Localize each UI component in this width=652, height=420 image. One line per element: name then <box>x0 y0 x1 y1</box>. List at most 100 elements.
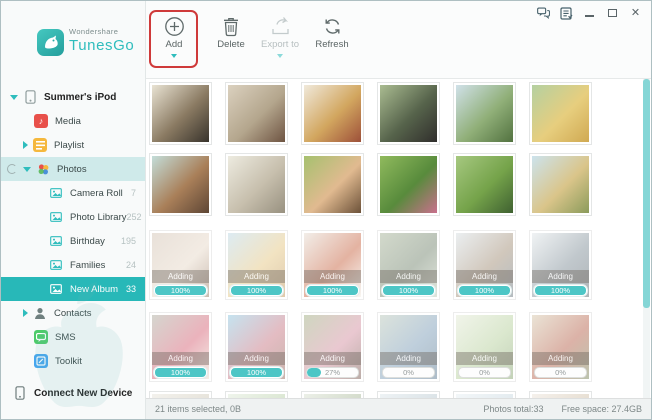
photo-grid-rows: Adding 100% Adding 100% Adding 100% Adding 100%… <box>149 82 651 398</box>
photo-image <box>228 156 285 213</box>
album-count: 7 <box>130 188 136 198</box>
status-bar: 21 items selected, 0B Photos total:33 Fr… <box>146 398 651 419</box>
scrollbar-thumb[interactable] <box>643 79 650 308</box>
photo-thumbnail[interactable] <box>225 82 288 145</box>
photo-thumbnail[interactable]: Adding 100% <box>529 230 592 300</box>
album-label: New Album <box>70 283 119 295</box>
chevron-down-icon <box>10 94 18 100</box>
photo-thumbnail[interactable] <box>149 391 212 398</box>
album-label: Camera Roll <box>70 187 123 199</box>
album-count: 33 <box>125 284 136 294</box>
progress-percent: 100% <box>246 368 267 377</box>
photo-thumbnail[interactable] <box>301 82 364 145</box>
progress-percent: 100% <box>246 286 267 295</box>
photo-image <box>456 85 513 142</box>
photo-thumbnail[interactable]: Adding 27% <box>301 312 364 382</box>
photo-thumbnail[interactable]: Adding 0% <box>529 312 592 382</box>
menu-icon[interactable] <box>560 6 573 20</box>
window-controls: ✕ <box>537 6 642 20</box>
photo-thumbnail[interactable] <box>529 153 592 216</box>
photo-thumbnail[interactable] <box>453 82 516 145</box>
photo-thumbnail[interactable] <box>529 391 592 398</box>
album-label: Photo Library <box>70 211 127 223</box>
album-icon <box>49 234 63 248</box>
feedback-icon[interactable] <box>537 7 550 20</box>
sidebar-item-birthday[interactable]: Birthday 195 <box>1 229 145 253</box>
sidebar-item-new-album[interactable]: New Album 33 <box>1 277 145 301</box>
export-to-button[interactable]: Export to <box>251 16 309 58</box>
refresh-button[interactable]: Refresh <box>304 16 360 50</box>
album-icon <box>49 282 63 296</box>
photo-thumbnail[interactable] <box>377 391 440 398</box>
photo-thumbnail[interactable] <box>453 153 516 216</box>
toolkit-label: Toolkit <box>55 355 82 367</box>
sidebar-item-media[interactable]: ♪ Media <box>1 109 145 133</box>
photo-thumbnail[interactable] <box>377 153 440 216</box>
close-button[interactable]: ✕ <box>629 7 642 20</box>
photos-total: Photos total:33 <box>483 404 544 414</box>
sidebar-item-photo-library[interactable]: Photo Library 252 <box>1 205 145 229</box>
photos-icon <box>36 162 50 176</box>
photo-image <box>304 156 361 213</box>
photo-thumbnail[interactable]: Adding 100% <box>377 230 440 300</box>
maximize-button[interactable] <box>606 7 619 20</box>
photo-image <box>152 156 209 213</box>
photo-thumbnail[interactable]: Adding 100% <box>301 230 364 300</box>
photo-thumbnail[interactable] <box>225 153 288 216</box>
tunesgo-logo-icon <box>37 29 64 56</box>
progress-fill <box>307 368 321 377</box>
photo-thumbnail[interactable] <box>377 82 440 145</box>
export-dropdown-arrow-icon[interactable] <box>277 54 283 58</box>
photo-row <box>149 391 651 398</box>
sidebar-item-contacts[interactable]: Contacts <box>1 301 145 325</box>
progress-percent: 0% <box>403 368 414 377</box>
playlist-icon <box>33 138 47 152</box>
progress-percent: 100% <box>170 368 191 377</box>
photo-image <box>456 156 513 213</box>
add-dropdown-arrow-icon[interactable] <box>171 54 177 58</box>
progress-bar: 100% <box>230 285 283 296</box>
contacts-icon <box>33 306 47 320</box>
photo-thumbnail[interactable] <box>529 82 592 145</box>
photo-thumbnail[interactable]: Adding 0% <box>377 312 440 382</box>
photo-thumbnail[interactable] <box>301 391 364 398</box>
progress-percent: 100% <box>398 286 419 295</box>
sidebar-item-playlist[interactable]: Playlist <box>1 133 145 157</box>
minimize-button[interactable] <box>583 7 596 20</box>
photo-thumbnail[interactable] <box>225 391 288 398</box>
photo-thumbnail[interactable]: Adding 100% <box>149 312 212 382</box>
sidebar-item-toolkit[interactable]: Toolkit <box>1 349 145 373</box>
photo-thumbnail[interactable]: Adding 100% <box>225 230 288 300</box>
adding-label: Adding <box>380 352 437 365</box>
photo-thumbnail[interactable] <box>149 82 212 145</box>
adding-label: Adding <box>228 352 285 365</box>
refresh-label: Refresh <box>315 39 349 50</box>
photo-thumbnail[interactable]: Adding 0% <box>453 312 516 382</box>
sidebar-item-photos[interactable]: Photos <box>1 157 145 181</box>
add-icon <box>152 16 196 38</box>
adding-label: Adding <box>304 352 361 365</box>
adding-label: Adding <box>152 352 209 365</box>
photo-thumbnail[interactable] <box>301 153 364 216</box>
photo-thumbnail[interactable] <box>149 153 212 216</box>
photo-thumbnail[interactable] <box>453 391 516 398</box>
sidebar-item-families[interactable]: Families 24 <box>1 253 145 277</box>
loading-spinner-icon <box>7 164 17 174</box>
photos-label: Photos <box>57 163 87 175</box>
sidebar: Wondershare TunesGo Summer's iPod ♪ Medi… <box>1 1 146 419</box>
photo-thumbnail[interactable]: Adding 100% <box>149 230 212 300</box>
adding-label: Adding <box>304 270 361 283</box>
sidebar-item-connect-new-device[interactable]: Connect New Device <box>1 381 145 405</box>
media-label: Media <box>55 115 81 127</box>
photo-image <box>304 85 361 142</box>
photo-thumbnail[interactable]: Adding 100% <box>225 312 288 382</box>
toolkit-icon <box>34 354 48 368</box>
sidebar-item-sms[interactable]: SMS <box>1 325 145 349</box>
sidebar-item-device[interactable]: Summer's iPod <box>1 85 145 109</box>
sidebar-item-camera-roll[interactable]: Camera Roll 7 <box>1 181 145 205</box>
app-logo: Wondershare TunesGo <box>1 1 145 85</box>
add-button[interactable]: Add <box>152 16 196 58</box>
photo-thumbnail[interactable]: Adding 100% <box>453 230 516 300</box>
delete-button[interactable]: Delete <box>208 16 254 50</box>
album-label: Birthday <box>70 235 105 247</box>
